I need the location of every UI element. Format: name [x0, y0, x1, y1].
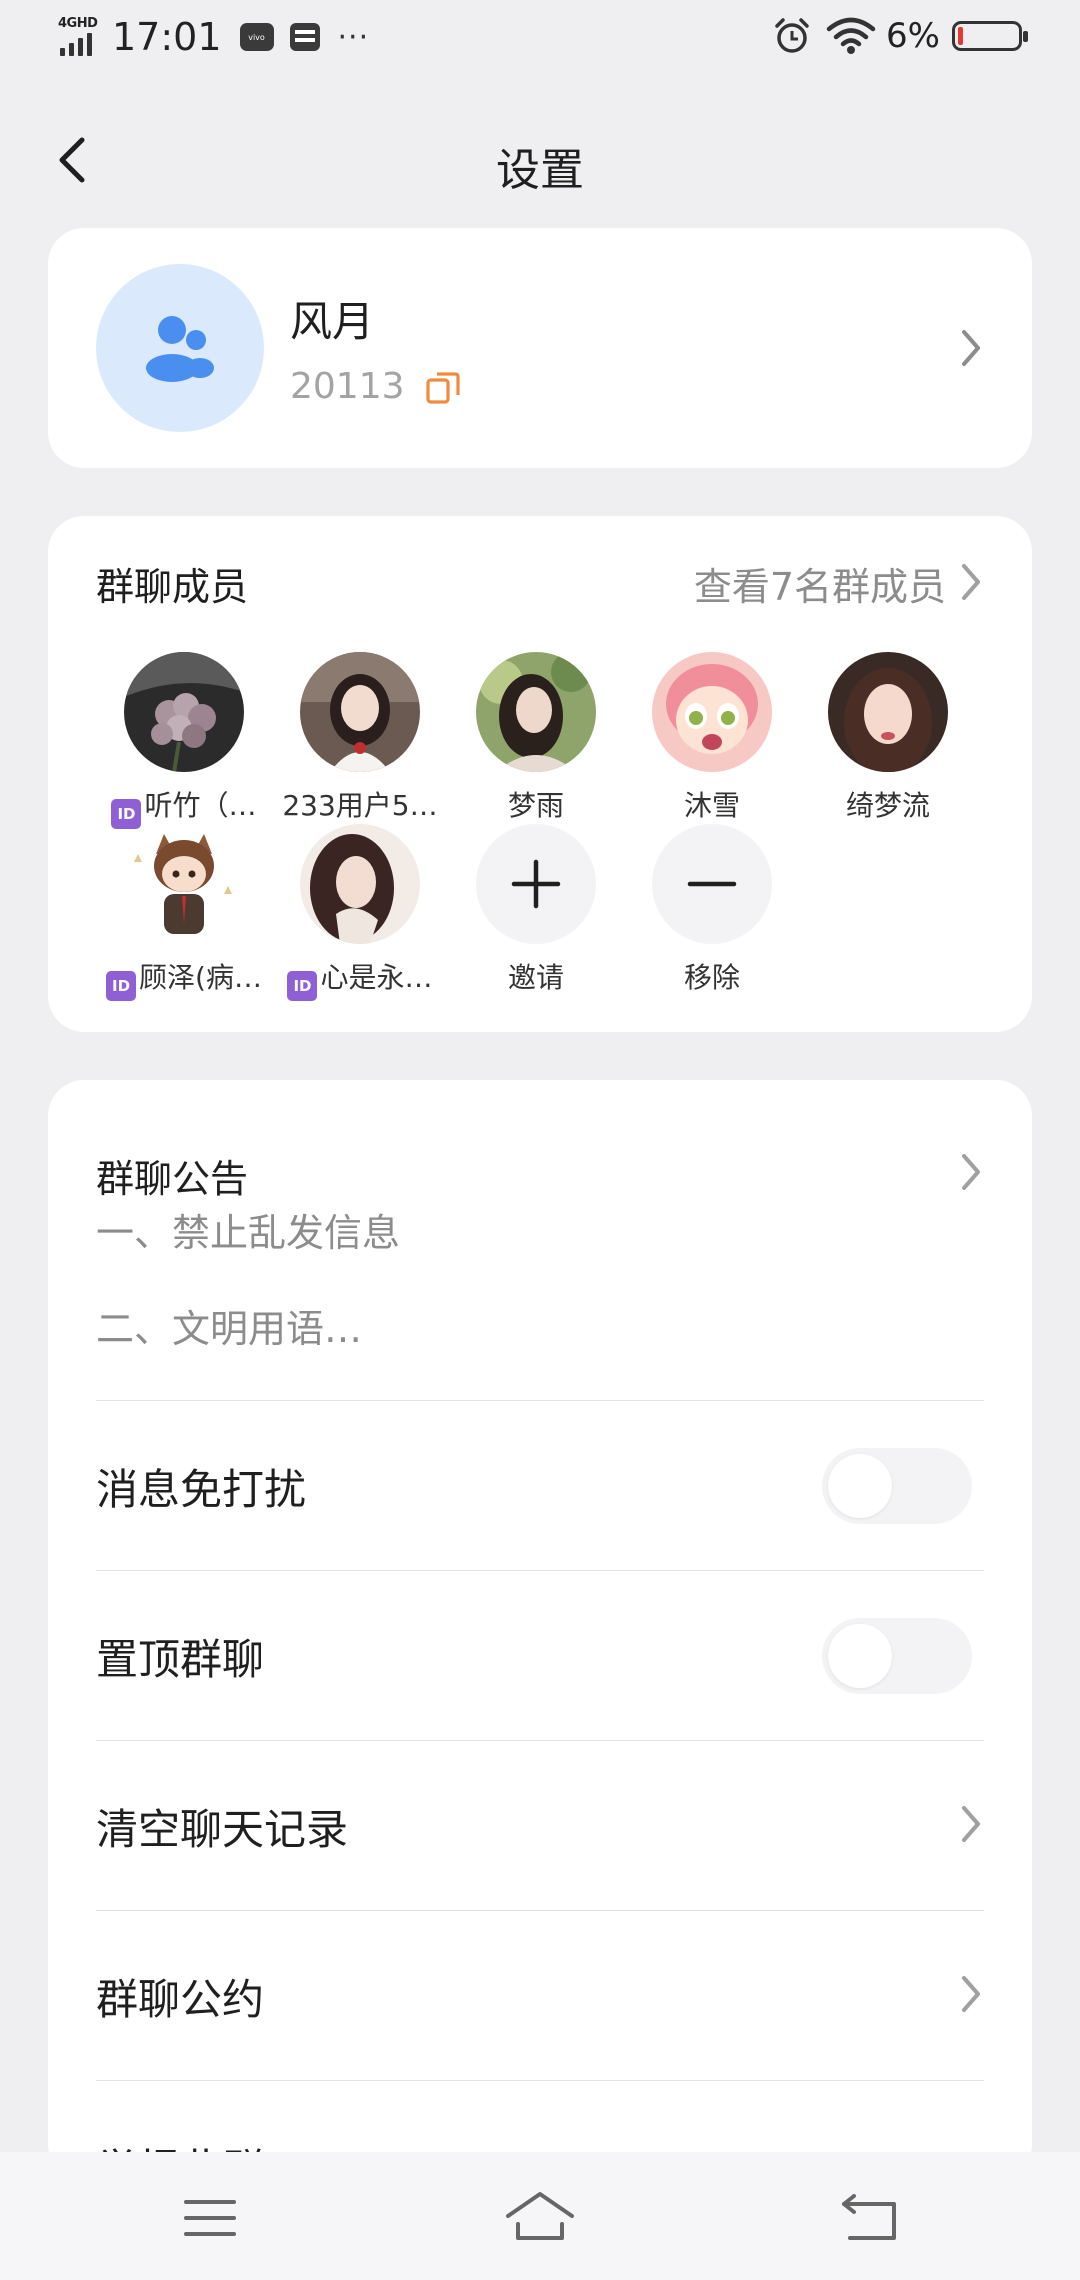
- divider: [96, 1740, 984, 1741]
- network-type: 4GHD: [58, 16, 98, 31]
- divider: [96, 1570, 984, 1571]
- member-avatar[interactable]: [300, 824, 420, 944]
- battery-icon: [952, 21, 1028, 51]
- member-item[interactable]: 沐雪: [624, 652, 800, 832]
- member-name: 梦雨: [507, 789, 564, 822]
- member-name: ID 听竹（…: [96, 784, 272, 829]
- member-item[interactable]: ID 听竹（…: [96, 652, 272, 832]
- system-navigation-bar: [0, 2152, 1080, 2280]
- member-avatar[interactable]: [652, 652, 772, 772]
- status-time: 17:01: [112, 15, 222, 59]
- member-avatar[interactable]: [300, 652, 420, 772]
- member-name: ID 心是永…: [272, 956, 448, 1001]
- chevron-right-icon[interactable]: [956, 560, 986, 604]
- home-nav-button[interactable]: [500, 2182, 580, 2252]
- remove-label: 移除: [683, 961, 740, 994]
- more-notifications-icon: ···: [337, 19, 370, 55]
- member-name: 沐雪: [683, 789, 740, 822]
- alarm-icon: [775, 18, 809, 53]
- mute-notifications-label: 消息免打扰: [96, 1465, 307, 1514]
- wallet-notification-icon: [289, 23, 320, 51]
- member-name: 绮梦流: [845, 789, 930, 822]
- remove-member-button[interactable]: 移除: [624, 824, 800, 1004]
- members-section-title: 群聊成员: [96, 565, 249, 609]
- clear-history-label: 清空聊天记录: [96, 1805, 349, 1854]
- member-avatar[interactable]: [828, 652, 948, 772]
- view-all-members-link[interactable]: 查看7名群成员: [694, 556, 946, 611]
- chevron-right-icon: [962, 1806, 980, 1842]
- group-avatar[interactable]: [96, 264, 264, 432]
- member-avatar[interactable]: [476, 652, 596, 772]
- divider: [96, 2080, 984, 2081]
- group-rules-label: 群聊公约: [96, 1975, 265, 2024]
- member-avatar[interactable]: [124, 824, 244, 944]
- member-item[interactable]: 绮梦流: [800, 652, 976, 832]
- member-item[interactable]: 233用户5…: [272, 652, 448, 832]
- group-notice-line: 二、文明用语…: [96, 1307, 363, 1351]
- group-id: 20113: [290, 366, 405, 407]
- group-notice-line: 一、禁止乱发信息: [96, 1211, 401, 1255]
- chevron-right-icon: [962, 330, 980, 366]
- pin-chat-toggle[interactable]: [822, 1618, 972, 1694]
- id-badge-icon: ID: [106, 971, 137, 1001]
- status-bar: 4GHD 17:01 vivo ··· 6%: [0, 0, 1080, 84]
- member-name: 233用户5…: [282, 789, 438, 822]
- pin-chat-label: 置顶群聊: [96, 1635, 265, 1684]
- member-item[interactable]: ID 心是永…: [272, 824, 448, 1004]
- menu-nav-button[interactable]: [170, 2182, 250, 2252]
- group-members-card: 群聊成员 查看7名群成员 ID 听竹（… 233用户5… 梦雨 沐雪 绮梦流 I…: [48, 516, 1032, 1032]
- plus-icon[interactable]: [476, 824, 596, 944]
- member-avatar[interactable]: [124, 652, 244, 772]
- chevron-right-icon: [962, 1154, 980, 1190]
- divider: [96, 1910, 984, 1911]
- title-bar: 设置: [0, 110, 1080, 210]
- minus-icon[interactable]: [652, 824, 772, 944]
- chevron-right-icon: [962, 1976, 980, 2012]
- group-profile-card[interactable]: 风月 20113: [48, 228, 1032, 468]
- group-settings-card: 群聊公告 一、禁止乱发信息 二、文明用语… 消息免打扰 置顶群聊 清空聊天记录 …: [48, 1080, 1032, 2194]
- invite-member-button[interactable]: 邀请: [448, 824, 624, 1004]
- signal-icon: 4GHD: [58, 14, 104, 60]
- battery-percent: 6%: [886, 16, 940, 56]
- mute-notifications-toggle[interactable]: [822, 1448, 972, 1524]
- member-item[interactable]: 梦雨: [448, 652, 624, 832]
- group-name: 风月: [290, 297, 375, 346]
- page-title: 设置: [496, 145, 584, 196]
- id-badge-icon: ID: [287, 971, 318, 1001]
- copy-icon[interactable]: [425, 369, 461, 405]
- divider: [96, 1400, 984, 1401]
- back-nav-button[interactable]: [830, 2182, 910, 2252]
- group-notice-title: 群聊公告: [96, 1157, 249, 1201]
- invite-label: 邀请: [507, 961, 564, 994]
- wifi-icon: [826, 17, 876, 54]
- member-name: ID 顾泽(病…: [96, 956, 272, 1001]
- member-item[interactable]: ID 顾泽(病…: [96, 824, 272, 1004]
- vivo-notification-icon: vivo: [239, 23, 274, 51]
- group-people-icon: [146, 316, 214, 382]
